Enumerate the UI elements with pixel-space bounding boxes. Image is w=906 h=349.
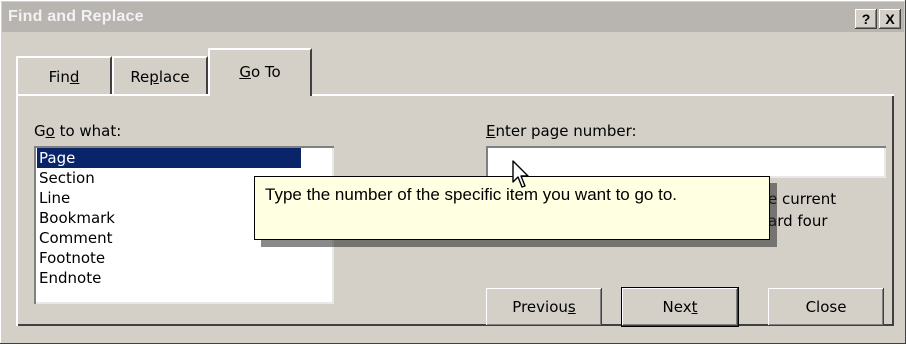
close-window-button[interactable]: X — [879, 9, 901, 29]
title-bar[interactable]: Find and Replace ? X — [2, 2, 904, 32]
help-button[interactable]: ? — [855, 9, 877, 29]
page-number-input[interactable] — [486, 146, 886, 178]
go-to-what-label: Go to what: — [34, 122, 122, 140]
window-title: Find and Replace — [8, 8, 144, 25]
access-key: d — [69, 68, 80, 86]
list-item[interactable]: Page — [37, 148, 301, 168]
tab-replace[interactable]: Replace — [112, 56, 208, 94]
access-key: p — [149, 68, 159, 86]
enter-page-number-label: Enter page number: — [486, 122, 637, 140]
previous-button[interactable]: Previous — [486, 288, 602, 326]
tab-find[interactable]: Find — [16, 56, 112, 94]
next-button[interactable]: Next — [622, 288, 738, 326]
close-button[interactable]: Close — [768, 288, 884, 326]
find-replace-dialog: Find and Replace ? X Find Replace Go To … — [0, 0, 906, 344]
list-item[interactable]: Footnote — [37, 248, 301, 268]
tab-go-to[interactable]: Go To — [208, 48, 312, 96]
mouse-cursor-icon — [512, 160, 529, 188]
list-item[interactable]: Endnote — [37, 268, 301, 288]
access-key: G — [239, 63, 251, 81]
